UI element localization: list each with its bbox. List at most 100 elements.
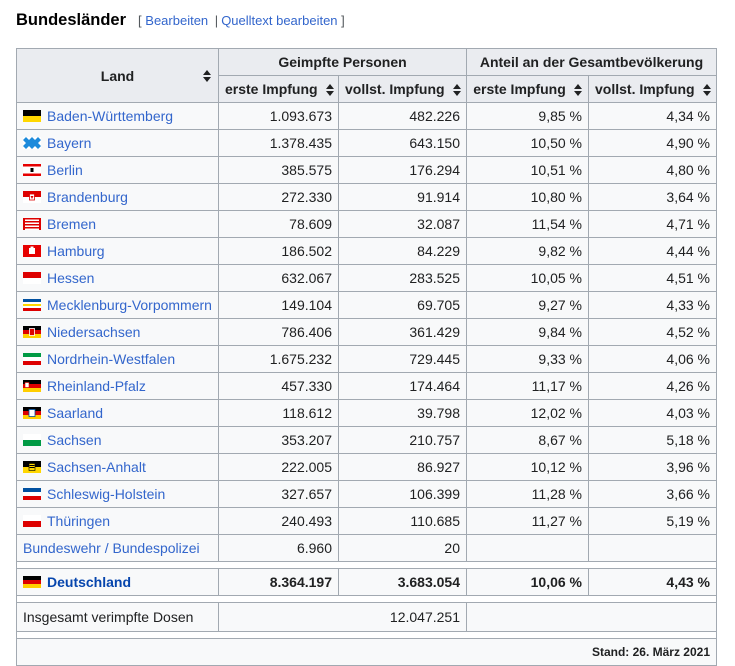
flag-sn-icon: [23, 434, 41, 446]
row-name-cell: Bayern: [16, 129, 219, 157]
bundeswehr-erste: 6.960: [218, 534, 339, 562]
cell-anteil-vollst: 4,06 %: [587, 345, 718, 373]
spacer-cell: [15, 561, 718, 569]
spacer-row: [15, 561, 718, 569]
cell-erste-impfung: 1.378.435: [218, 129, 339, 157]
bundeswehr-anteil-erste-empty: [466, 534, 589, 562]
state-link[interactable]: Thüringen: [47, 513, 110, 529]
header-erste-impfung[interactable]: erste Impfung: [218, 75, 339, 103]
state-link[interactable]: Schleswig-Holstein: [47, 486, 165, 502]
row-name-cell: Sachsen-Anhalt: [16, 453, 219, 481]
cell-vollst-impfung: 283.525: [338, 264, 467, 292]
bracket-open: [: [138, 13, 142, 28]
table-row: Hamburg 186.502 84.229 9,82 % 4,44 %: [16, 237, 718, 265]
cell-erste-impfung: 186.502: [218, 237, 339, 265]
cell-anteil-vollst: 4,44 %: [587, 237, 718, 265]
cell-erste-impfung: 327.657: [218, 480, 339, 508]
state-link[interactable]: Berlin: [47, 162, 83, 178]
state-link[interactable]: Niedersachsen: [47, 324, 140, 340]
table-row: Saarland 118.612 39.798 12,02 % 4,03 %: [16, 399, 718, 427]
header-vollst-impfung[interactable]: vollst. Impfung: [338, 75, 467, 103]
cell-vollst-impfung: 106.399: [338, 480, 467, 508]
edit-separator: |: [214, 13, 219, 28]
cell-vollst-impfung: 110.685: [338, 507, 467, 535]
cell-anteil-erste: 10,80 %: [466, 183, 589, 211]
cell-anteil-erste: 11,27 %: [466, 507, 589, 535]
state-link[interactable]: Hessen: [47, 270, 94, 286]
table-row: Rheinland-Pfalz 457.330 174.464 11,17 % 4,26…: [16, 372, 718, 400]
table-row: Schleswig-Holstein 327.657 106.399 11,28 % 3…: [16, 480, 718, 508]
cell-anteil-vollst: 5,19 %: [587, 507, 718, 535]
cell-anteil-erste: 10,05 %: [466, 264, 589, 292]
row-name-cell: Hessen: [16, 264, 219, 292]
state-link[interactable]: Mecklenburg-Vorpommern: [47, 297, 212, 313]
state-link[interactable]: Brandenburg: [47, 189, 128, 205]
cell-erste-impfung: 632.067: [218, 264, 339, 292]
doses-value: 12.047.251: [218, 602, 467, 632]
cell-erste-impfung: 222.005: [218, 453, 339, 481]
table-row: Bremen 78.609 32.087 11,54 % 4,71 %: [16, 210, 718, 238]
row-name-cell: Mecklenburg-Vorpommern: [16, 291, 219, 319]
state-link[interactable]: Bayern: [47, 135, 91, 151]
cell-erste-impfung: 240.493: [218, 507, 339, 535]
row-name-cell: Nordrhein-Westfalen: [16, 345, 219, 373]
deutschland-link[interactable]: Deutschland: [47, 574, 131, 590]
section-title: Bundesländer: [16, 11, 127, 29]
bundeswehr-anteil-vollst-empty: [587, 534, 718, 562]
row-name-cell: Thüringen: [16, 507, 219, 535]
table-summary: Bundeswehr / Bundespolizei 6.960 20 Deut…: [15, 534, 718, 666]
cell-erste-impfung: 1.675.232: [218, 345, 339, 373]
cell-anteil-erste: 10,12 %: [466, 453, 589, 481]
cell-vollst-impfung: 643.150: [338, 129, 467, 157]
cell-erste-impfung: 786.406: [218, 318, 339, 346]
cell-vollst-impfung: 174.464: [338, 372, 467, 400]
header-anteil-erste-impfung[interactable]: erste Impfung: [466, 75, 589, 103]
table-row: Baden-Württemberg 1.093.673 482.226 9,85 % 4…: [16, 102, 718, 130]
sort-icon: [325, 84, 334, 97]
edit-section-links: [ Bearbeiten | Quelltext bearbeiten ]: [138, 13, 345, 28]
row-name-cell: Brandenburg: [16, 183, 219, 211]
state-link[interactable]: Sachsen: [47, 432, 101, 448]
header-anteil-vollst-impfung[interactable]: vollst. Impfung: [587, 75, 718, 103]
spacer-cell: [15, 595, 718, 603]
state-link[interactable]: Nordrhein-Westfalen: [47, 351, 175, 367]
header-erste-label: erste Impfung: [225, 81, 318, 97]
state-link[interactable]: Sachsen-Anhalt: [47, 459, 146, 475]
table-row: Niedersachsen 786.406 361.429 9,84 % 4,52 %: [16, 318, 718, 346]
row-name-cell: Bremen: [16, 210, 219, 238]
cell-vollst-impfung: 729.445: [338, 345, 467, 373]
flag-sl-icon: [23, 407, 41, 419]
cell-anteil-erste: 8,67 %: [466, 426, 589, 454]
cell-anteil-vollst: 4,26 %: [587, 372, 718, 400]
cell-anteil-erste: 11,17 %: [466, 372, 589, 400]
state-link[interactable]: Baden-Württemberg: [47, 108, 173, 124]
state-link[interactable]: Saarland: [47, 405, 103, 421]
header-geimpfte-personen: Geimpfte Personen: [218, 48, 467, 76]
flag-hb-icon: [23, 218, 41, 230]
header-land[interactable]: Land: [16, 48, 219, 103]
flag-by-icon: [23, 137, 41, 149]
state-link[interactable]: Rheinland-Pfalz: [47, 378, 146, 394]
header-land-label: Land: [100, 67, 135, 84]
bracket-close: ]: [341, 13, 345, 28]
cell-vollst-impfung: 91.914: [338, 183, 467, 211]
doses-empty: [465, 602, 718, 632]
cell-anteil-erste: 11,54 %: [466, 210, 589, 238]
row-name-cell: Schleswig-Holstein: [16, 480, 219, 508]
flag-sh-icon: [23, 488, 41, 500]
bundeswehr-link[interactable]: Bundeswehr / Bundespolizei: [23, 540, 200, 556]
row-name-cell: Berlin: [16, 156, 219, 184]
table-row: Thüringen 240.493 110.685 11,27 % 5,19 %: [16, 507, 718, 535]
cell-anteil-erste: 10,50 %: [466, 129, 589, 157]
row-name-cell: Niedersachsen: [16, 318, 219, 346]
table-row: Sachsen-Anhalt 222.005 86.927 10,12 % 3,96 %: [16, 453, 718, 481]
header-anteil-erste-label: erste Impfung: [473, 81, 566, 97]
total-vollst: 3.683.054: [338, 568, 467, 596]
edit-source-link[interactable]: Quelltext bearbeiten: [221, 13, 337, 28]
state-link[interactable]: Hamburg: [47, 243, 105, 259]
state-link[interactable]: Bremen: [47, 216, 96, 232]
stand-note: Stand: 26. März 2021: [15, 638, 718, 666]
edit-link[interactable]: Bearbeiten: [145, 13, 208, 28]
row-name-cell: Sachsen: [16, 426, 219, 454]
spacer-cell: [15, 631, 718, 639]
